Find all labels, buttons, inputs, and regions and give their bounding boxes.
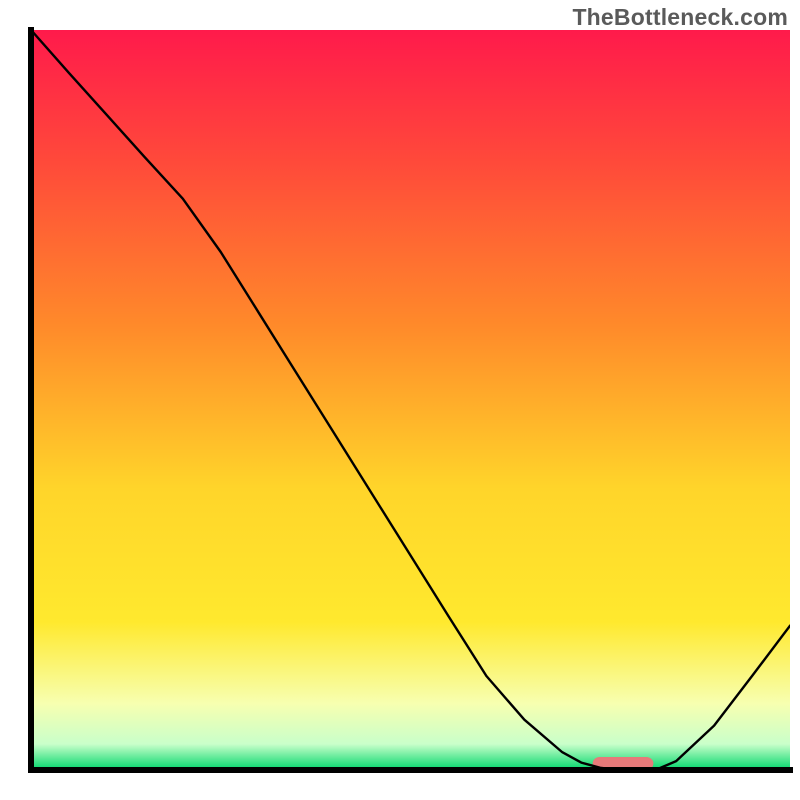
chart-frame: TheBottleneck.com [0,0,800,800]
watermark-text: TheBottleneck.com [572,4,788,31]
plot-background [31,30,790,770]
bottleneck-chart [0,0,800,800]
